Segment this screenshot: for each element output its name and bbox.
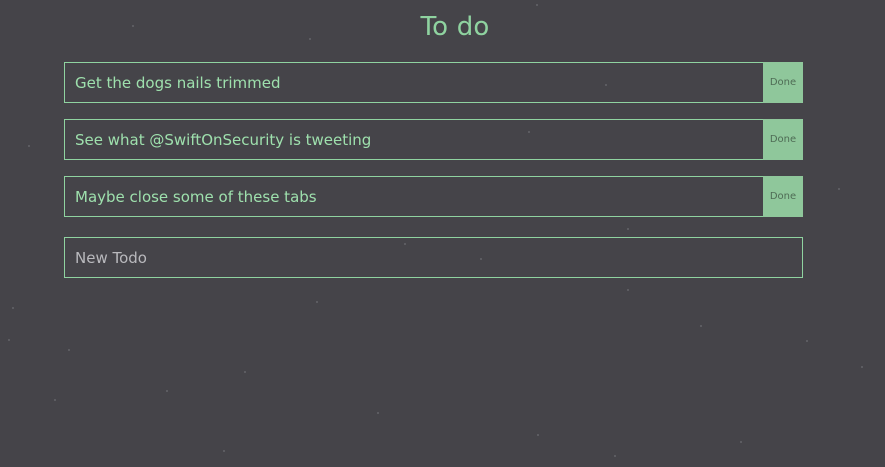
todo-text: Get the dogs nails trimmed	[75, 73, 281, 92]
todo-text: Maybe close some of these tabs	[75, 187, 317, 206]
todo-item: Get the dogs nails trimmed Done	[64, 62, 803, 103]
done-button[interactable]: Done	[763, 176, 803, 217]
todo-item: Maybe close some of these tabs Done	[64, 176, 803, 217]
done-button[interactable]: Done	[763, 119, 803, 160]
todo-item: See what @SwiftOnSecurity is tweeting Do…	[64, 119, 803, 160]
done-button[interactable]: Done	[763, 62, 803, 103]
todo-text: See what @SwiftOnSecurity is tweeting	[75, 130, 372, 149]
new-todo-input[interactable]	[64, 237, 803, 278]
todo-list: Get the dogs nails trimmed Done See what…	[64, 62, 803, 233]
page-title: To do	[420, 12, 490, 42]
